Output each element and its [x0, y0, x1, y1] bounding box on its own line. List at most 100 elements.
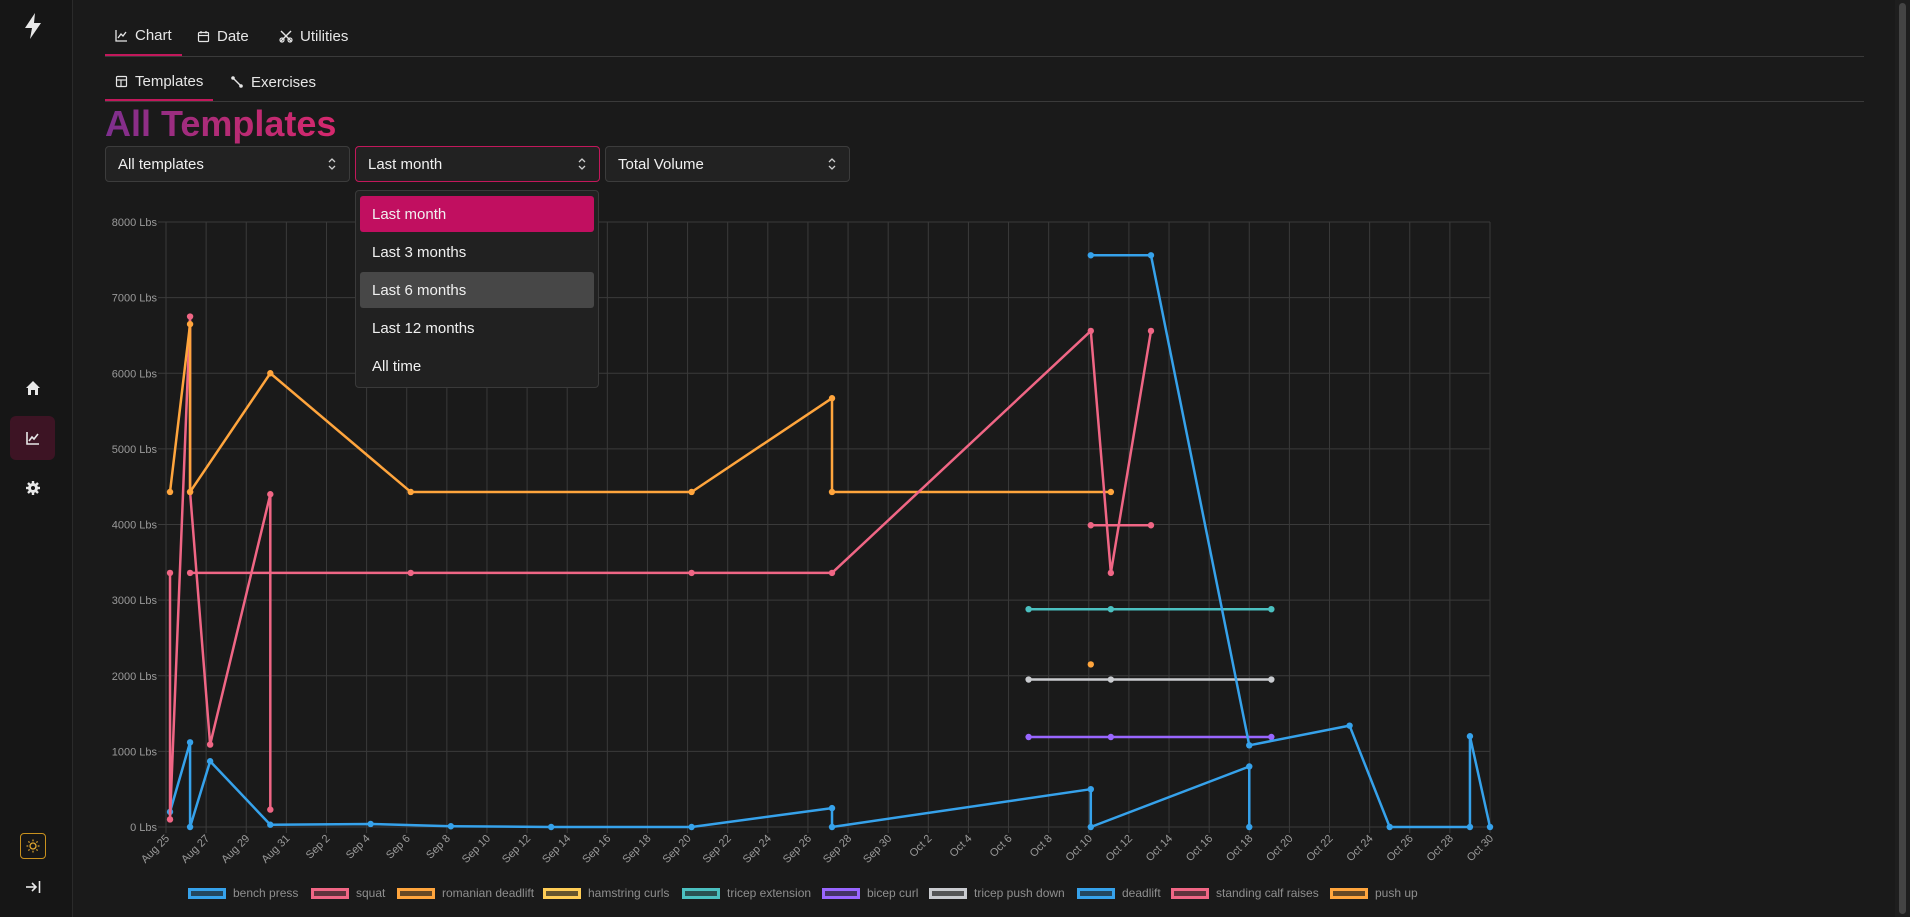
x-tick-label: Sep 14 [540, 833, 573, 866]
volume-line-chart: 0 Lbs 1000 Lbs 2000 Lbs 3000 Lbs 4000 Lbs 500… [112, 217, 1496, 866]
legend-item[interactable]: bicep curl [822, 886, 918, 900]
x-tick-label: Sep 28 [821, 833, 854, 866]
legend-label: bicep curl [867, 886, 919, 900]
legend-swatch [822, 887, 860, 899]
legend-swatch [682, 887, 720, 899]
legend-label: push up [1375, 886, 1418, 900]
legend-label: tricep push down [974, 886, 1065, 900]
data-point-standing-calf-raises [688, 569, 695, 577]
legend-item[interactable]: deadlift [1077, 886, 1161, 900]
legend-label: romanian deadlift [442, 886, 535, 900]
x-tick-label: Oct 28 [1425, 833, 1456, 864]
series-line-deadlift [1090, 254, 1492, 829]
legend-item[interactable]: tricep push down [929, 886, 1065, 900]
x-tick-label: Sep 16 [580, 833, 613, 866]
period-option-last-month[interactable]: Last month [360, 196, 594, 232]
legend-swatch [929, 887, 967, 899]
data-point-standing-calf-raises [407, 569, 414, 577]
x-tick-label: Sep 4 [344, 833, 373, 862]
data-point-bench-press [1087, 785, 1094, 793]
data-point-romanian-deadlift [267, 370, 274, 377]
data-point-bench-press [547, 823, 555, 831]
data-point-standing-calf-raises-oct-10- [1087, 522, 1094, 529]
x-tick-label: Sep 12 [500, 833, 533, 866]
data-point-tricep-push-down [1025, 676, 1032, 683]
period-option-last-3-months[interactable]: Last 3 months [360, 234, 594, 270]
scrollbar-thumb[interactable] [1899, 3, 1906, 914]
x-tick-label: Sep 22 [701, 833, 734, 866]
data-point-squat [166, 816, 174, 823]
data-point-bench-press [206, 758, 214, 765]
x-tick-label: Oct 22 [1304, 833, 1335, 864]
period-option-all-time[interactable]: All time [360, 348, 594, 384]
data-point-tricep-push-down [1268, 676, 1275, 683]
data-point-deadlift [1346, 722, 1353, 729]
legend-item[interactable]: romanian deadlift [397, 886, 534, 900]
data-point-romanian-deadlift [166, 488, 174, 496]
data-point-bench-press [828, 804, 836, 812]
legend-swatch [397, 887, 435, 899]
data-point-bench-press [186, 739, 194, 746]
x-tick-label: Oct 12 [1104, 833, 1135, 864]
x-tick-label: Sep 20 [661, 833, 694, 866]
x-tick-label: Oct 26 [1384, 833, 1415, 864]
x-tick-label: Oct 24 [1344, 833, 1375, 864]
data-point-romanian-deadlift [828, 488, 836, 496]
x-tick-label: Oct 6 [988, 833, 1015, 860]
data-point-bench-press [828, 823, 836, 831]
legend-item[interactable]: standing calf raises [1171, 886, 1319, 900]
x-tick-label: Aug 31 [259, 833, 292, 866]
x-tick-label: Sep 30 [861, 833, 894, 866]
legend-item[interactable]: push up [1330, 886, 1418, 900]
data-point-bench-press [1246, 763, 1253, 770]
x-tick-label: Oct 18 [1224, 833, 1255, 864]
y-tick-label: 3000 Lbs [112, 595, 158, 607]
y-tick-label: 6000 Lbs [112, 368, 158, 380]
x-tick-label: Aug 29 [219, 833, 252, 866]
legend-swatch [1330, 887, 1368, 899]
data-point-standing-calf-raises [1147, 327, 1155, 335]
x-tick-label: Sep 2 [304, 833, 333, 862]
data-point-bench-press [447, 823, 455, 830]
x-tick-label: Oct 30 [1465, 833, 1496, 864]
data-point-tricep-push-down [1107, 676, 1115, 683]
data-point-bench-press [1246, 823, 1253, 831]
legend-item[interactable]: bench press [188, 886, 298, 900]
data-point-deadlift [1246, 742, 1253, 749]
x-tick-label: Sep 10 [460, 833, 493, 866]
data-point-bicep-curl [1107, 733, 1115, 741]
data-point-romanian-deadlift [407, 488, 414, 496]
x-tick-label: Sep 24 [741, 833, 774, 866]
period-option-last-6-months[interactable]: Last 6 months [360, 272, 594, 308]
period-option-last-12-months[interactable]: Last 12 months [360, 310, 594, 346]
data-point-bench-press [186, 823, 194, 831]
legend-item[interactable]: tricep extension [682, 886, 811, 900]
legend-label: hamstring curls [588, 886, 670, 900]
y-tick-label: 2000 Lbs [112, 671, 158, 683]
data-point-squat [166, 569, 174, 577]
data-point-squat [267, 491, 274, 498]
data-point-deadlift [1147, 252, 1155, 259]
data-point-bench-press [688, 823, 695, 831]
x-tick-label: Oct 2 [907, 833, 934, 860]
data-point-romanian-deadlift [688, 488, 695, 496]
legend-item[interactable]: hamstring curls [543, 886, 669, 900]
data-point-bicep-curl [1268, 733, 1275, 741]
data-point-standing-calf-raises-oct-10- [1147, 522, 1155, 529]
data-point-squat [206, 741, 214, 748]
y-tick-label: 1000 Lbs [112, 746, 158, 758]
legend-swatch [1171, 887, 1209, 899]
legend-swatch [1077, 887, 1115, 899]
y-tick-label: 7000 Lbs [112, 293, 158, 305]
y-tick-label: 0 Lbs [130, 822, 157, 834]
legend-item[interactable]: squat [311, 886, 385, 900]
series-line-bench-press [168, 741, 1251, 829]
x-tick-label: Oct 16 [1184, 833, 1215, 864]
data-point-standing-calf-raises [1107, 569, 1115, 577]
x-tick-label: Oct 4 [947, 833, 974, 860]
series-line-romanian-deadlift [168, 322, 1111, 494]
page-scrollbar[interactable] [1895, 0, 1910, 917]
data-point-deadlift [1386, 823, 1393, 831]
data-point-deadlift [1466, 823, 1474, 831]
data-point-romanian-deadlift [186, 320, 194, 328]
